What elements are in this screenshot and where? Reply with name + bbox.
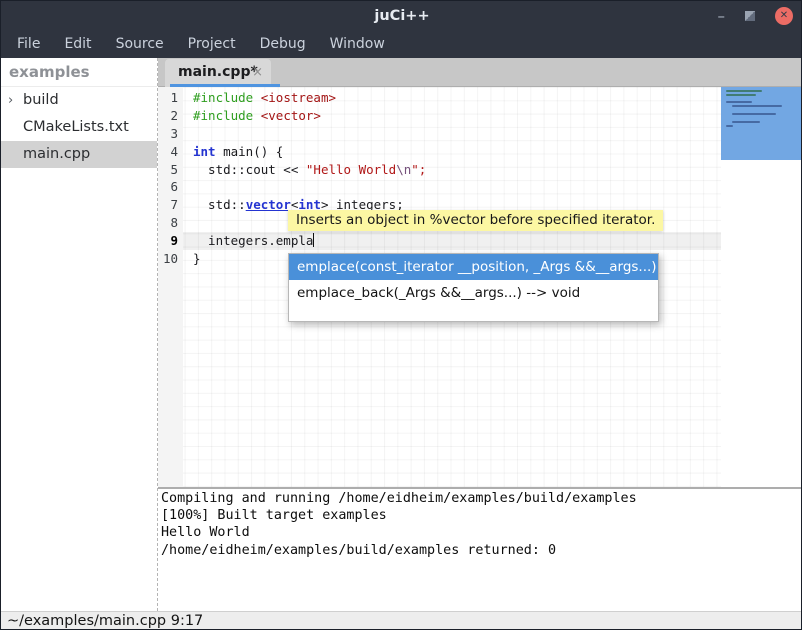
project-name-header: examples <box>1 58 157 87</box>
line-number: 6 <box>158 178 183 196</box>
terminal-output[interactable]: Compiling and running /home/eidheim/exam… <box>158 489 802 611</box>
chevron-right-icon[interactable]: › <box>8 87 13 114</box>
code-token: vector <box>246 197 291 212</box>
code-token <box>253 90 261 105</box>
line-number: 5 <box>158 161 183 179</box>
line-number: 8 <box>158 214 183 232</box>
file-tree-panel: examples › build CMakeLists.txt main.cpp <box>1 58 158 611</box>
code-text[interactable]: #include <iostream>#include <vector>int … <box>193 89 721 268</box>
window-controls: – ✕ <box>718 1 794 31</box>
menu-item-source[interactable]: Source <box>104 31 176 58</box>
line-number: 4 <box>158 143 183 161</box>
menu-item-edit[interactable]: Edit <box>52 31 103 58</box>
minimap-code-line <box>726 101 752 103</box>
tab-bar: main.cpp* × <box>158 58 802 87</box>
line-number: 2 <box>158 107 183 125</box>
menu-item-file[interactable]: File <box>5 31 52 58</box>
line-number: 9 <box>158 232 183 250</box>
text-cursor <box>313 233 314 247</box>
line-number-gutter: 12345678910 <box>158 89 183 268</box>
titlebar[interactable]: juCi++ – ✕ <box>1 1 802 31</box>
code-token: <vector> <box>261 108 321 123</box>
code-token: integers.empla <box>193 233 313 248</box>
code-line: #include <iostream> <box>193 89 721 107</box>
code-token: \n <box>396 162 411 177</box>
code-line <box>193 125 721 143</box>
window-title: juCi++ <box>1 1 802 31</box>
code-token: #include <box>193 90 253 105</box>
minimap-code-line <box>732 105 782 107</box>
code-line: #include <vector> <box>193 107 721 125</box>
doc-tooltip: Inserts an object in %vector before spec… <box>288 210 663 231</box>
file-tree-item-label: build <box>23 92 59 108</box>
completion-item-selected[interactable]: emplace(const_iterator __position, _Args… <box>289 254 658 280</box>
menu-item-window[interactable]: Window <box>318 31 397 58</box>
line-number: 7 <box>158 196 183 214</box>
file-tree: › build CMakeLists.txt main.cpp <box>1 87 157 168</box>
terminal-line: Hello World <box>161 524 802 541</box>
code-line <box>193 178 721 196</box>
minimap-viewport-overlay[interactable] <box>721 87 801 160</box>
line-number: 3 <box>158 125 183 143</box>
minimap-code-line <box>732 121 760 123</box>
code-token: "; <box>411 162 426 177</box>
code-line: integers.empla <box>193 232 721 250</box>
status-bar: ~/examples/main.cpp 9:17 <box>1 611 802 630</box>
file-tree-item-label: main.cpp <box>23 146 90 162</box>
code-token: std:: <box>193 197 246 212</box>
code-token: int <box>193 144 216 159</box>
file-tree-item-cmakelists-txt[interactable]: CMakeLists.txt <box>1 114 157 141</box>
close-button[interactable]: ✕ <box>775 7 793 25</box>
code-token: #include <box>193 108 253 123</box>
menu-item-debug[interactable]: Debug <box>248 31 318 58</box>
code-token: } <box>193 251 201 266</box>
terminal-line: Compiling and running /home/eidheim/exam… <box>161 490 802 507</box>
minimap-code-line <box>726 94 756 96</box>
file-tree-item-build[interactable]: › build <box>1 87 157 114</box>
minimap-code-line <box>726 90 762 92</box>
code-token: <iostream> <box>261 90 336 105</box>
minimize-button[interactable]: – <box>718 1 726 31</box>
minimap-code-line <box>726 125 733 127</box>
file-tree-item-label: CMakeLists.txt <box>23 119 129 135</box>
restore-icon[interactable] <box>745 11 755 21</box>
code-token <box>253 108 261 123</box>
terminal-line: [100%] Built target examples <box>161 507 802 524</box>
tab-close-icon[interactable]: × <box>252 59 263 86</box>
completion-item[interactable]: emplace_back(_Args &&__args...) --> void <box>289 280 658 306</box>
code-line: std::cout << "Hello World\n"; <box>193 161 721 179</box>
code-token: main() { <box>216 144 284 159</box>
code-line: int main() { <box>193 143 721 161</box>
terminal-line: /home/eidheim/examples/build/examples re… <box>161 542 802 559</box>
tab-main-cpp[interactable]: main.cpp* × <box>165 59 271 87</box>
tab-label: main.cpp* <box>178 59 258 86</box>
menu-bar: FileEditSourceProjectDebugWindow <box>1 31 802 58</box>
app-window: juCi++ – ✕ FileEditSourceProjectDebugWin… <box>0 0 802 630</box>
line-number: 1 <box>158 89 183 107</box>
code-token: "Hello World <box>306 162 396 177</box>
line-number: 10 <box>158 250 183 268</box>
minimap[interactable] <box>721 87 801 487</box>
menu-item-project[interactable]: Project <box>176 31 248 58</box>
autocomplete-popup: emplace(const_iterator __position, _Args… <box>288 253 659 322</box>
code-token: std::cout << <box>193 162 306 177</box>
minimap-code-line <box>732 113 776 115</box>
file-tree-item-main-cpp[interactable]: main.cpp <box>1 141 157 168</box>
